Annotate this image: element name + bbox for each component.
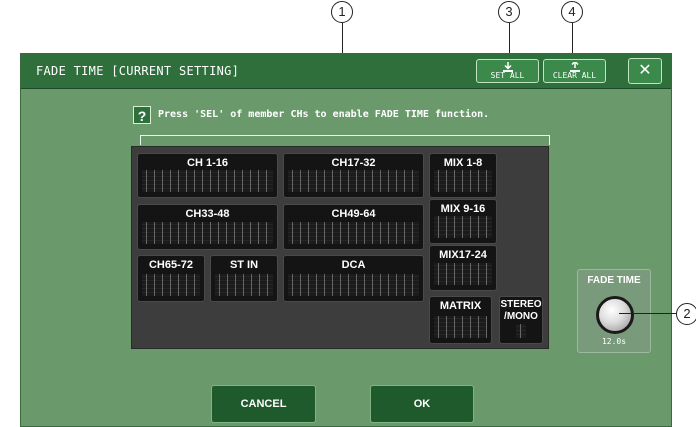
fader-strip [434,170,492,192]
group-ch-49-64-label: CH49-64 [331,208,376,220]
fader-strip [434,316,487,338]
group-mix-9-16-label: MIX 9-16 [440,203,486,215]
ok-button[interactable]: OK [370,385,474,423]
fader-strip [142,170,273,192]
cancel-button[interactable]: CANCEL [211,385,316,423]
fade-time-label: FADE TIME [587,275,641,286]
fader-strip [142,274,200,296]
group-st-in[interactable]: ST IN [210,255,278,302]
group-ch-33-48-label: CH33-48 [185,208,230,220]
group-dca[interactable]: DCA [283,255,424,302]
fader-strip [434,216,492,238]
window-title: FADE TIME [CURRENT SETTING] [36,64,240,78]
group-dca-label: DCA [341,259,366,271]
callout-3: 3 [498,1,520,23]
group-matrix-label: MATRIX [439,300,482,312]
title-bar: FADE TIME [CURRENT SETTING] SET ALL CLEA… [21,54,671,89]
fade-time-control: FADE TIME 12.0s [577,269,651,353]
fade-time-value: 12.0s [601,337,627,346]
group-ch-17-32-label: CH17-32 [331,157,376,169]
group-mix-17-24-label: MIX17-24 [439,249,487,261]
fader-strip [142,222,273,244]
group-ch-1-16-label: CH 1-16 [187,157,228,169]
instruction-text: Press 'SEL' of member CHs to enable FADE… [158,109,490,120]
group-stereo-mono-label: STEREO /MONO [500,299,542,322]
group-mix-17-24[interactable]: MIX17-24 [429,245,497,291]
group-st-in-label: ST IN [229,259,259,271]
group-ch-65-72[interactable]: CH65-72 [137,255,205,302]
close-button[interactable]: ✕ [628,58,662,84]
callout-2-leader [619,313,676,314]
fade-time-knob[interactable] [596,296,634,334]
group-ch-65-72-label: CH65-72 [148,259,194,271]
callout-1: 1 [331,1,353,23]
group-mix-9-16[interactable]: MIX 9-16 [429,199,497,244]
fader-strip [516,324,526,338]
close-icon: ✕ [638,62,652,79]
group-ch-17-32[interactable]: CH17-32 [283,153,424,198]
clear-all-button[interactable]: CLEAR ALL [543,59,606,83]
help-icon[interactable]: ? [133,106,151,124]
group-ch-49-64[interactable]: CH49-64 [283,204,424,250]
group-mix-1-8[interactable]: MIX 1-8 [429,153,497,198]
group-ch-33-48[interactable]: CH33-48 [137,204,278,250]
group-stereo-mono[interactable]: STEREO /MONO [499,296,543,344]
fader-strip [434,263,492,285]
group-matrix[interactable]: MATRIX [429,296,492,344]
channel-groups-panel: CH 1-16 CH17-32 MIX 1-8 CH33-48 CH49-64 … [131,146,549,349]
group-mix-1-8-label: MIX 1-8 [443,157,483,169]
set-all-button[interactable]: SET ALL [476,59,539,83]
fader-strip [215,274,273,296]
group-bracket [140,135,550,145]
group-ch-1-16[interactable]: CH 1-16 [137,153,278,198]
clear-all-label: CLEAR ALL [552,71,597,80]
fader-strip [288,274,419,296]
fader-strip [288,222,419,244]
fader-strip [288,170,419,192]
callout-4: 4 [561,1,583,23]
fade-time-window: FADE TIME [CURRENT SETTING] SET ALL CLEA… [20,53,672,427]
callout-2: 2 [676,303,696,325]
set-all-label: SET ALL [490,71,525,80]
